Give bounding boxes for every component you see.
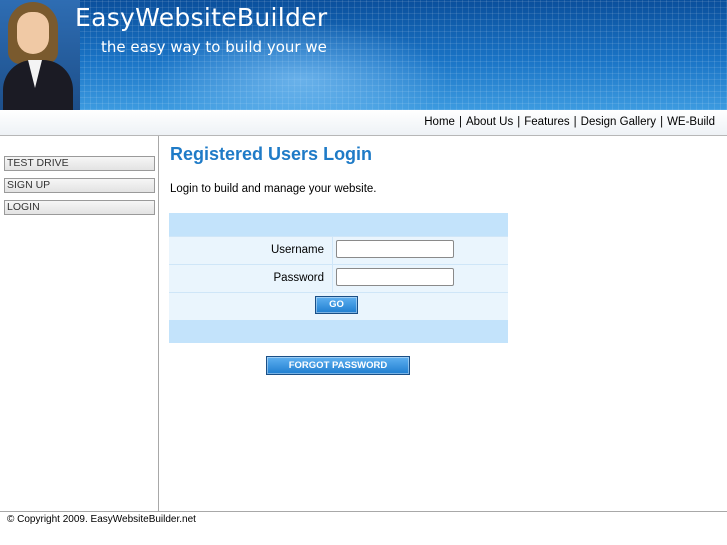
forgot-password-button[interactable]: FORGOT PASSWORD — [266, 356, 410, 375]
top-nav: Home | About Us | Features | Design Gallery | WE… — [424, 116, 715, 128]
nav-separator: | — [458, 116, 462, 128]
nav-link-home[interactable]: Home — [424, 116, 455, 128]
nav-link-design-gallery[interactable]: Design Gallery — [581, 116, 656, 128]
person-face — [17, 12, 49, 54]
row-divider — [332, 237, 333, 264]
nav-link-about-us[interactable]: About Us — [466, 116, 513, 128]
intro-text: Login to build and manage your website. — [170, 183, 377, 195]
footer-divider — [0, 511, 727, 512]
nav-separator: | — [660, 116, 664, 128]
password-row: Password — [169, 264, 508, 292]
top-nav-bar: Home | About Us | Features | Design Gallery | WE… — [0, 110, 727, 136]
submit-row: GO — [169, 292, 508, 320]
site-tagline: the easy way to build your we — [101, 38, 327, 56]
username-row: Username — [169, 236, 508, 264]
banner-glow — [150, 20, 450, 110]
banner-person-image — [0, 0, 80, 110]
header-banner: EasyWebsiteBuilder the easy way to build… — [0, 0, 727, 110]
username-label: Username — [270, 244, 324, 256]
password-label: Password — [273, 272, 325, 284]
go-button[interactable]: GO — [315, 296, 358, 314]
nav-separator: | — [517, 116, 521, 128]
nav-link-features[interactable]: Features — [524, 116, 569, 128]
password-input[interactable] — [336, 268, 454, 286]
page-title: Registered Users Login — [170, 144, 373, 164]
sidebar-item-sign-up[interactable]: SIGN UP — [4, 178, 155, 193]
row-divider — [332, 265, 333, 292]
username-input[interactable] — [336, 240, 454, 258]
sidebar: TEST DRIVE SIGN UP LOGIN — [0, 136, 159, 511]
nav-separator: | — [573, 116, 577, 128]
sidebar-item-test-drive[interactable]: TEST DRIVE — [4, 156, 155, 171]
footer-copyright: © Copyright 2009. EasyWebsiteBuilder.net — [7, 514, 196, 525]
nav-link-we-build[interactable]: WE-Build — [667, 116, 715, 128]
site-logo-title: EasyWebsiteBuilder — [75, 3, 328, 32]
sidebar-item-login[interactable]: LOGIN — [4, 200, 155, 215]
login-form: Username Password GO — [169, 213, 508, 343]
